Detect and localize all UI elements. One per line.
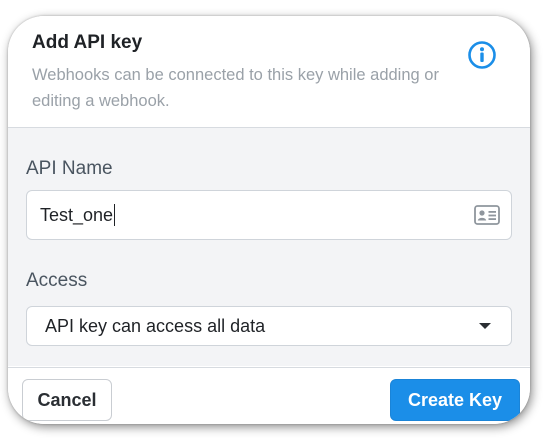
create-key-button[interactable]: Create Key	[390, 379, 520, 421]
access-selected-value: API key can access all data	[45, 316, 266, 336]
dialog-subtitle: Webhooks can be connected to this key wh…	[32, 66, 439, 110]
add-api-key-dialog: Add API key Webhooks can be connected to…	[8, 16, 530, 424]
text-caret	[114, 204, 116, 226]
contact-card-icon	[474, 205, 500, 225]
info-icon[interactable]	[467, 40, 497, 70]
cancel-button[interactable]: Cancel	[22, 379, 112, 421]
api-name-input[interactable]: Test_one	[26, 190, 512, 240]
caret-down-icon	[479, 323, 491, 329]
api-name-value: Test_one	[40, 204, 116, 226]
access-label: Access	[26, 270, 88, 291]
dialog-header: Add API key Webhooks can be connected to…	[8, 16, 530, 128]
screenshot-stage: Add API key Webhooks can be connected to…	[0, 0, 545, 439]
dialog-body: API Name Test_one Access API key can acc…	[8, 128, 530, 366]
access-select[interactable]: API key can access all data	[26, 306, 512, 346]
dialog-title: Add API key	[32, 32, 143, 53]
dialog-footer: Cancel Create Key	[8, 367, 530, 424]
api-name-label: API Name	[26, 158, 113, 179]
